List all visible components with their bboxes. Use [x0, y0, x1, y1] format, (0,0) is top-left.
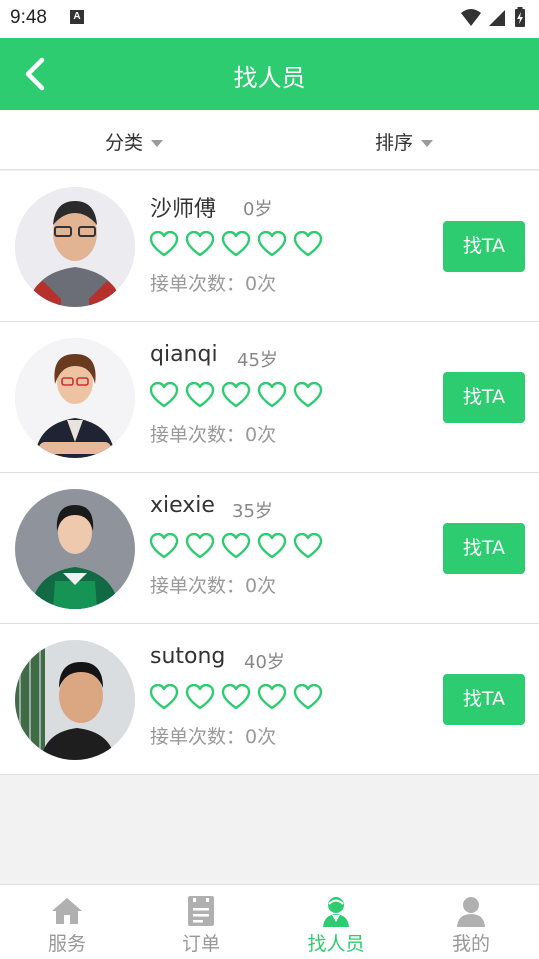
status-bar: 9:48 A	[0, 0, 539, 38]
user-icon	[457, 897, 485, 927]
find-ta-button[interactable]: 找TA	[443, 372, 525, 423]
worker-age: 40岁	[244, 652, 285, 673]
signal-icon	[489, 10, 505, 26]
heart-icon	[257, 684, 287, 710]
order-icon	[188, 896, 214, 926]
worker-age: 45岁	[237, 350, 278, 371]
find-ta-button[interactable]: 找TA	[443, 674, 525, 725]
tab-label: 找人员	[307, 933, 365, 955]
filter-bar: 分类 排序	[0, 110, 539, 170]
app-header: 找人员	[0, 38, 539, 110]
heart-icon	[185, 533, 215, 559]
heart-icon	[257, 533, 287, 559]
bottom-tab-bar: 服务 订单 找人员 我的	[0, 884, 539, 959]
sort-filter[interactable]: 排序	[375, 128, 434, 155]
order-count: 接单次数：0次	[150, 273, 277, 295]
rating-hearts	[150, 684, 323, 710]
rating-hearts	[150, 231, 323, 257]
find-ta-button[interactable]: 找TA	[443, 221, 525, 272]
order-count: 接单次数：0次	[150, 726, 277, 748]
wifi-icon	[461, 9, 481, 26]
heart-icon	[221, 533, 251, 559]
heart-icon	[221, 382, 251, 408]
heart-icon	[150, 533, 179, 559]
heart-icon	[293, 231, 323, 257]
caret-down-icon	[421, 140, 434, 147]
category-label: 分类	[105, 132, 144, 154]
heart-icon	[150, 231, 179, 257]
tab-label: 订单	[181, 933, 220, 955]
sort-label: 排序	[375, 132, 414, 154]
battery-icon	[515, 7, 525, 27]
heart-icon	[221, 231, 251, 257]
notification-icon: A	[70, 10, 84, 24]
tab-label: 服务	[47, 933, 86, 955]
page-title: 找人员	[233, 64, 306, 92]
order-count: 接单次数：0次	[150, 424, 277, 446]
worker-card[interactable]: qianqi 45岁 接单次数：0次 找TA	[0, 322, 539, 473]
tab-find-person[interactable]: 找人员	[269, 885, 403, 959]
category-filter[interactable]: 分类	[105, 128, 164, 155]
worker-age: 35岁	[232, 501, 273, 522]
heart-icon	[150, 382, 179, 408]
status-icons	[461, 7, 525, 27]
tab-orders[interactable]: 订单	[134, 885, 268, 959]
status-time: 9:48	[10, 7, 47, 28]
heart-icon	[221, 684, 251, 710]
avatar	[15, 187, 135, 307]
worker-name: sutong	[150, 644, 226, 669]
tab-label: 我的	[451, 933, 490, 955]
tab-service[interactable]: 服务	[0, 885, 134, 959]
heart-icon	[293, 533, 323, 559]
avatar	[15, 489, 135, 609]
worker-list: 沙师傅 0岁 接单次数：0次 找TA qianqi 45岁 接单次数：0次 找T…	[0, 171, 539, 775]
worker-card[interactable]: sutong 40岁 接单次数：0次 找TA	[0, 624, 539, 775]
worker-age: 0岁	[243, 199, 273, 220]
find-person-icon	[323, 897, 349, 927]
worker-name: xiexie	[150, 493, 215, 518]
find-ta-button[interactable]: 找TA	[443, 523, 525, 574]
heart-icon	[257, 231, 287, 257]
heart-icon	[293, 684, 323, 710]
heart-icon	[185, 382, 215, 408]
worker-name: qianqi	[150, 342, 218, 367]
caret-down-icon	[151, 140, 164, 147]
heart-icon	[293, 382, 323, 408]
avatar	[15, 338, 135, 458]
heart-icon	[185, 231, 215, 257]
order-count: 接单次数：0次	[150, 575, 277, 597]
worker-name: 沙师傅	[150, 197, 217, 222]
rating-hearts	[150, 533, 323, 559]
home-icon	[52, 898, 82, 924]
worker-card[interactable]: 沙师傅 0岁 接单次数：0次 找TA	[0, 171, 539, 322]
worker-card[interactable]: xiexie 35岁 接单次数：0次 找TA	[0, 473, 539, 624]
rating-hearts	[150, 382, 323, 408]
tab-mine[interactable]: 我的	[404, 885, 538, 959]
heart-icon	[257, 382, 287, 408]
heart-icon	[150, 684, 179, 710]
heart-icon	[185, 684, 215, 710]
avatar	[15, 640, 135, 760]
